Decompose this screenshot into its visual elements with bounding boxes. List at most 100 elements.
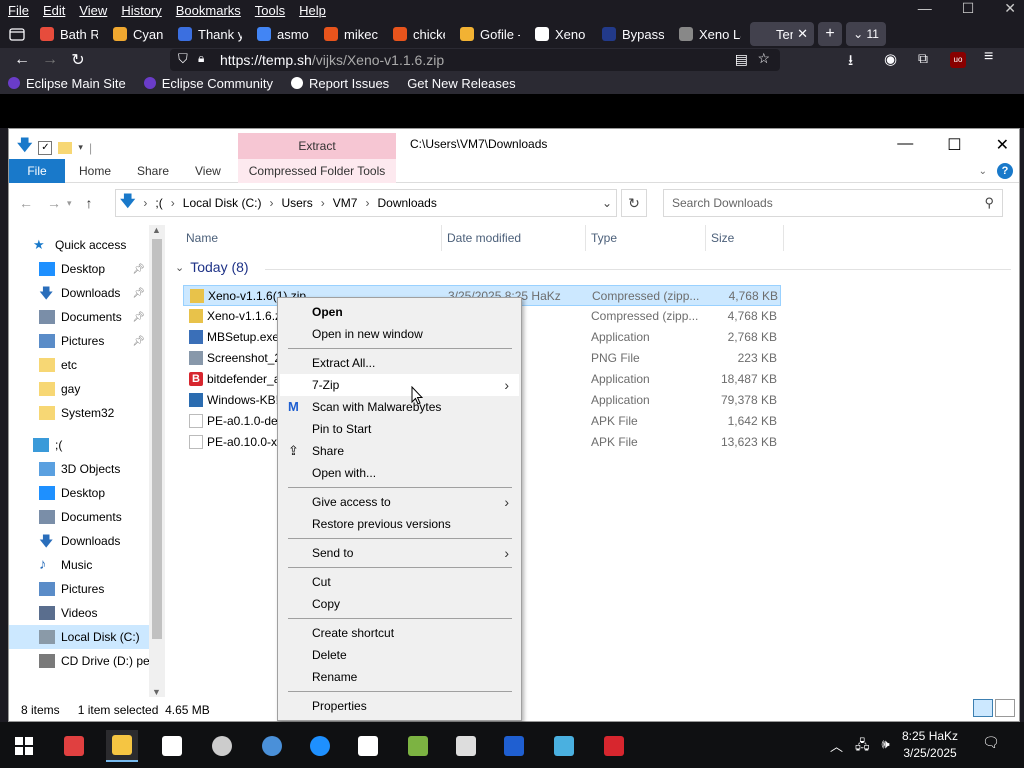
notification-icon[interactable]: 🗨︎	[982, 734, 1004, 756]
bookmark-item[interactable]: Eclipse Main Site	[8, 76, 126, 91]
ccleaner-icon[interactable]	[548, 730, 580, 762]
browser-tab[interactable]: Temp.sh✕	[750, 22, 814, 46]
column-date-modified[interactable]: Date modified	[447, 225, 521, 251]
browser-tab[interactable]: Xeno |	[529, 22, 593, 46]
menu-item-create-shortcut[interactable]: Create shortcut	[280, 622, 519, 644]
browser-tab[interactable]: Gofile -	[454, 22, 526, 46]
notepad-icon[interactable]	[156, 730, 188, 762]
menu-item-7-zip[interactable]: 7-Zip ›	[280, 374, 519, 396]
hamburger-menu-icon[interactable]: ≡	[984, 48, 993, 66]
close-icon[interactable]: ✕	[996, 135, 1009, 155]
menu-item-restore-previous-versions[interactable]: Restore previous versions	[280, 513, 519, 535]
properties-checkbox-icon[interactable]: ✓	[38, 140, 53, 155]
nav-item[interactable]: ♪ Music	[9, 553, 149, 577]
menu-help[interactable]: Help	[299, 3, 326, 18]
extensions-icon[interactable]: ⧉	[918, 50, 928, 67]
navigation-scrollbar[interactable]: ▲ ▼	[149, 225, 165, 697]
recent-locations-icon[interactable]: ▾	[67, 198, 72, 211]
back-arrow-icon[interactable]: ←	[19, 195, 33, 211]
menu-bookmarks[interactable]: Bookmarks	[176, 3, 241, 18]
tab-home[interactable]: Home	[79, 159, 111, 183]
menu-item-copy[interactable]: Copy	[280, 593, 519, 615]
nav-item[interactable]: Videos	[9, 601, 149, 625]
bitdefender-icon[interactable]	[598, 730, 630, 762]
new-folder-icon[interactable]	[58, 141, 73, 154]
column-divider[interactable]	[585, 225, 586, 251]
column-size[interactable]: Size	[711, 225, 734, 251]
group-header-today[interactable]: ⌄ Today (8)	[175, 259, 1011, 275]
up-arrow-icon[interactable]: ↑	[86, 195, 93, 211]
breadcrumb-root[interactable]: ;(	[155, 196, 162, 210]
tab-file[interactable]: File	[9, 159, 65, 183]
search-input[interactable]: Search Downloads ⚲	[663, 189, 1003, 217]
breadcrumb-users[interactable]: Users	[281, 196, 312, 210]
menu-view[interactable]: View	[79, 3, 107, 18]
close-icon[interactable]: ✕	[1004, 0, 1016, 17]
android-icon[interactable]	[402, 730, 434, 762]
menu-item-cut[interactable]: Cut	[280, 571, 519, 593]
menu-item-scan-with-malwarebytes[interactable]: M Scan with Malwarebytes	[280, 396, 519, 418]
breadcrumb-downloads[interactable]: Downloads	[377, 196, 436, 210]
nav-item[interactable]: Documents	[9, 505, 149, 529]
start-icon[interactable]	[8, 730, 40, 762]
ribbon-expand-chevron-icon[interactable]: ⌄	[979, 166, 987, 177]
bookmark-item[interactable]: Get New Releases	[407, 76, 515, 91]
obs-icon[interactable]	[206, 730, 238, 762]
menu-item-open[interactable]: Open	[280, 301, 519, 323]
menu-item-send-to[interactable]: Send to ›	[280, 542, 519, 564]
breadcrumb-vm7[interactable]: VM7	[333, 196, 358, 210]
menu-item-delete[interactable]: Delete	[280, 644, 519, 666]
column-type[interactable]: Type	[591, 225, 617, 251]
reader-mode-icon[interactable]: ▤	[735, 51, 748, 68]
file-explorer-icon[interactable]	[106, 730, 138, 762]
internet-explorer-icon[interactable]	[304, 730, 336, 762]
forward-arrow-icon[interactable]: →	[36, 51, 64, 69]
network-icon[interactable]: 🖧︎	[855, 736, 870, 758]
nav-item[interactable]: Pictures	[9, 577, 149, 601]
menu-history[interactable]: History	[121, 3, 161, 18]
tab-compressed-folder-tools[interactable]: Compressed Folder Tools	[238, 159, 396, 183]
minimize-icon[interactable]: —	[897, 135, 913, 155]
malwarebytes-icon[interactable]	[498, 730, 530, 762]
nav-item[interactable]: Desktop 📌︎	[9, 257, 149, 281]
taskbar-clock[interactable]: 8:25 HaKz 3/25/2025	[902, 728, 958, 762]
menu-tools[interactable]: Tools	[255, 3, 285, 18]
globe-icon[interactable]	[256, 730, 288, 762]
shield-icon[interactable]	[352, 730, 384, 762]
column-divider[interactable]	[783, 225, 784, 251]
nav-item[interactable]: CD Drive (D:) pe	[9, 649, 150, 673]
scroll-down-icon[interactable]: ▼	[152, 687, 161, 697]
menu-item-rename[interactable]: Rename	[280, 666, 519, 688]
browser-tab[interactable]: Thank y	[172, 22, 248, 46]
large-icons-view-button[interactable]	[995, 699, 1015, 717]
tab-share[interactable]: Share	[137, 159, 169, 183]
chevron-up-icon[interactable]: ︿	[830, 736, 843, 758]
menu-item-share[interactable]: ⇪ Share	[280, 440, 519, 462]
cat-icon[interactable]	[450, 730, 482, 762]
minimize-icon[interactable]: —	[918, 0, 932, 17]
nav-item[interactable]: System32	[9, 401, 149, 425]
tab-view[interactable]: View	[195, 159, 221, 183]
breadcrumb-local-disk[interactable]: Local Disk (C:)	[183, 196, 262, 210]
collapse-chevron-icon[interactable]: ⌄	[175, 261, 184, 274]
scrollbar-thumb[interactable]	[152, 239, 162, 639]
browser-tab[interactable]: Xeno Latest	[673, 22, 747, 46]
address-bar[interactable]: 🡇 › ;( › Local Disk (C:) › Users › VM7 ›…	[115, 189, 617, 217]
tab-overview-icon[interactable]	[3, 22, 31, 46]
bookmark-star-icon[interactable]: ☆	[757, 50, 770, 67]
url-bar[interactable]: ⛉ 🔒︎ https://temp.sh/vijks/Xeno-v1.1.6.z…	[170, 49, 780, 71]
nav-item[interactable]: Documents 📌︎	[9, 305, 149, 329]
browser-tab[interactable]: mikeco	[318, 22, 384, 46]
browser-tab[interactable]: chicker	[387, 22, 451, 46]
maximize-icon[interactable]: ☐	[947, 135, 961, 155]
extract-context-tab[interactable]: Extract	[238, 133, 396, 159]
bookmark-item[interactable]: Eclipse Community	[143, 76, 273, 91]
menu-item-pin-to-start[interactable]: Pin to Start	[280, 418, 519, 440]
back-arrow-icon[interactable]: ←	[8, 51, 36, 69]
help-icon[interactable]: ?	[997, 163, 1013, 179]
menu-edit[interactable]: Edit	[43, 3, 65, 18]
column-divider[interactable]	[441, 225, 442, 251]
account-icon[interactable]: ◉	[884, 50, 897, 68]
nav-item[interactable]: 🡇 Downloads 📌︎	[9, 281, 149, 305]
forward-arrow-icon[interactable]: →	[47, 195, 61, 211]
